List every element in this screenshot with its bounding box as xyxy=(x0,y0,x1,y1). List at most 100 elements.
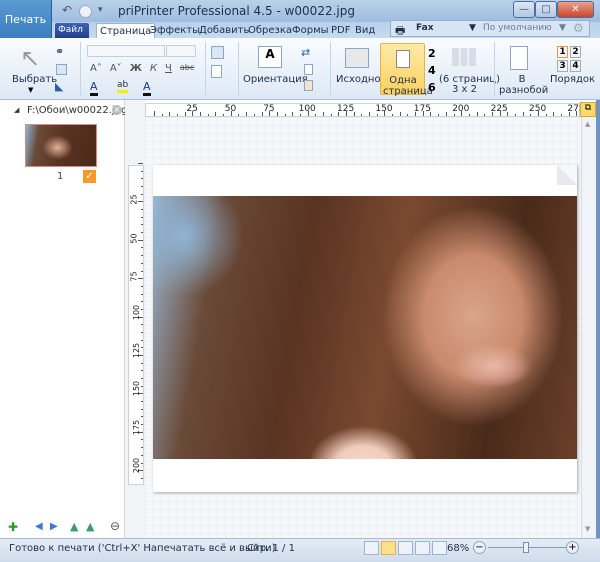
minimize-button[interactable]: — xyxy=(513,1,535,18)
ruler-tick xyxy=(522,112,524,116)
two-pages-button[interactable]: 2 xyxy=(428,45,436,62)
ruler-tick xyxy=(141,270,143,272)
rotate-icon[interactable]: ⇄ xyxy=(301,46,310,59)
ruler-tick xyxy=(445,112,447,116)
order-icon: 1 2 3 4 xyxy=(557,46,581,72)
collapse-icon[interactable]: ◢ xyxy=(14,106,19,114)
tab-view[interactable]: Вид xyxy=(352,23,378,39)
horizontal-ruler: 25 50 75 100 125 150 175 200 225 250 275 xyxy=(145,103,585,117)
shrink-font-button[interactable]: A˅ xyxy=(110,63,122,74)
circle-icon[interactable] xyxy=(79,5,92,18)
shuffle-button[interactable]: В разнобой xyxy=(499,74,548,96)
view-mode-continuous-button[interactable] xyxy=(398,541,413,555)
printer-dropdown-icon[interactable]: ▼ xyxy=(469,23,476,33)
text-box-icon[interactable] xyxy=(211,46,224,59)
close-button[interactable]: ✕ xyxy=(557,1,594,18)
one-page-icon xyxy=(396,50,410,68)
ruler-tick xyxy=(545,114,547,116)
print-button[interactable]: Печать xyxy=(0,0,52,38)
ruler-tick xyxy=(141,385,143,387)
tab-effects[interactable]: Эффекты xyxy=(147,23,203,39)
gear-icon[interactable]: ⚙ xyxy=(573,21,584,35)
ruler-tick xyxy=(141,424,143,426)
zoom-out-icon[interactable]: ⊖ xyxy=(110,519,120,533)
shuffle-icon xyxy=(510,46,528,70)
ruler-tick xyxy=(141,224,143,226)
vertical-scrollbar[interactable]: ▲ ▼ xyxy=(581,117,596,538)
zoom-slider-thumb[interactable] xyxy=(523,542,530,553)
ruler-tick xyxy=(141,232,143,234)
view-mode-two-pages-button[interactable] xyxy=(415,541,430,555)
page-color-icon[interactable] xyxy=(304,80,313,91)
ruler-tick xyxy=(169,112,171,116)
ruler-tick xyxy=(253,114,255,116)
grid-size-dropdown[interactable]: 3 x 2 xyxy=(452,84,477,95)
four-pages-button[interactable]: 4 xyxy=(428,62,436,79)
text-outline-icon[interactable]: A xyxy=(90,80,98,96)
zoom-in-button[interactable]: + xyxy=(566,541,579,554)
separator xyxy=(494,42,495,96)
order-cell: 2 xyxy=(570,46,581,58)
select-button[interactable]: Выбрать xyxy=(12,74,57,85)
ruler-tick xyxy=(141,477,143,479)
close-file-icon[interactable]: × xyxy=(112,105,122,115)
move-up-icon[interactable]: ▲ xyxy=(70,520,78,533)
add-file-icon[interactable]: ✚ xyxy=(8,520,18,534)
undo-icon[interactable]: ↶ xyxy=(62,3,75,17)
select-dropdown-icon[interactable]: ▼ xyxy=(28,86,33,94)
tab-forms[interactable]: Формы xyxy=(289,23,332,39)
ruler-tick xyxy=(238,114,240,116)
tab-file[interactable]: Файл xyxy=(55,23,89,38)
preset-dropdown-icon[interactable]: ▼ xyxy=(559,23,566,33)
strike-button[interactable]: abc xyxy=(180,63,194,74)
ruler-tick xyxy=(141,285,143,287)
orientation-button[interactable]: Ориентация xyxy=(243,74,308,85)
view-mode-single-button[interactable] xyxy=(381,541,396,555)
preset-name[interactable]: По умолчанию xyxy=(483,23,552,33)
font-color-icon[interactable]: A xyxy=(143,80,151,96)
ruler-tick xyxy=(138,163,143,164)
printer-selector[interactable]: 🖶 Fax ▼ По умолчанию ▼ ⚙ xyxy=(390,20,590,37)
status-message: Готово к печати ('Ctrl+X' Напечатать всё… xyxy=(9,543,276,554)
zoom-out-button[interactable]: − xyxy=(473,541,486,554)
tab-add[interactable]: Добавить xyxy=(196,23,252,39)
bold-button[interactable]: Ж xyxy=(130,63,142,74)
ruler-tick xyxy=(141,262,143,264)
ruler-tick xyxy=(141,462,143,464)
ruler-tick xyxy=(453,114,455,116)
highlight-icon[interactable]: ab xyxy=(117,80,129,93)
page-thumbnail[interactable] xyxy=(25,124,97,167)
scroll-down-icon[interactable]: ▼ xyxy=(585,525,590,533)
font-size-input[interactable] xyxy=(166,45,196,57)
order-button[interactable]: Порядок xyxy=(550,74,595,85)
ruler-tick xyxy=(361,114,363,116)
quick-access-dropdown-icon[interactable]: ▾ xyxy=(98,5,103,15)
tab-crop[interactable]: Обрезка xyxy=(245,23,295,39)
underline-button[interactable]: Ч xyxy=(165,63,172,74)
thumbnail-checkbox[interactable]: ✓ xyxy=(83,170,96,183)
page-icon[interactable] xyxy=(304,64,313,75)
ruler-tick xyxy=(141,454,143,456)
font-name-input[interactable] xyxy=(87,45,165,57)
view-mode-grid-button[interactable] xyxy=(432,541,447,555)
binoculars-icon[interactable]: ⚭ xyxy=(55,45,64,58)
italic-button[interactable]: К xyxy=(150,63,157,74)
ruler-tick xyxy=(141,362,143,364)
grow-font-button[interactable]: A˄ xyxy=(90,63,102,74)
prev-icon[interactable]: ◀ xyxy=(35,521,43,532)
maximize-button[interactable]: □ xyxy=(535,1,557,18)
ruler-tick xyxy=(407,114,409,116)
six-pages-button[interactable]: 6 xyxy=(428,79,436,96)
ruler-label: 125 xyxy=(337,104,355,114)
view-mode-free-button[interactable] xyxy=(364,541,379,555)
blank-page-icon[interactable] xyxy=(211,65,222,78)
tab-pdf[interactable]: PDF xyxy=(328,23,353,39)
page-select-icon[interactable] xyxy=(56,64,67,75)
ruler-settings-button[interactable]: ⧉ xyxy=(580,102,596,117)
ruler-icon[interactable]: ◣ xyxy=(55,80,63,93)
one-page-button[interactable]: Одна страница xyxy=(380,43,433,97)
move-down-icon[interactable]: ▲ xyxy=(86,520,94,533)
next-icon[interactable]: ▶ xyxy=(50,521,58,532)
photo-image[interactable] xyxy=(153,196,577,459)
scroll-up-icon[interactable]: ▲ xyxy=(585,120,590,128)
